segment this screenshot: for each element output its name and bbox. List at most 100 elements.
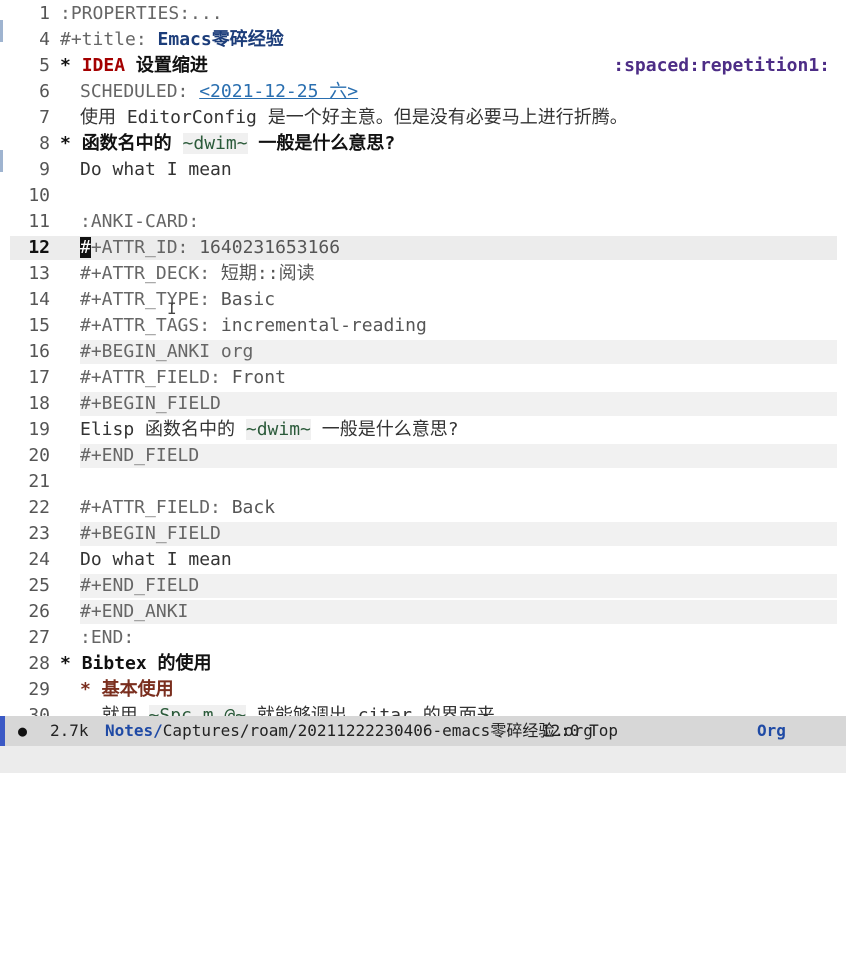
buffer-line[interactable]: 29 * 基本使用	[0, 677, 846, 703]
line-text[interactable]: :END:	[80, 625, 134, 651]
heading-tags: :spaced:repetition1:	[613, 55, 830, 76]
buffer-line[interactable]: 8 * 函数名中的 ~dwim~ 一般是什么意思?	[0, 131, 846, 157]
text-run: Emacs零碎经验	[157, 29, 284, 50]
line-number: 7	[39, 107, 50, 128]
buffer-line[interactable]: 13 #+ATTR_DECK: 短期::阅读	[0, 261, 846, 287]
text-run: incremental-reading	[220, 315, 427, 336]
line-number: 29	[28, 679, 50, 700]
line-number: 13	[28, 263, 50, 284]
line-text[interactable]: #+ATTR_FIELD: Front	[80, 365, 286, 391]
buffer-line[interactable]: 21	[0, 469, 846, 495]
buffer-line[interactable]: 6 SCHEDULED: <2021-12-25 六>	[0, 79, 846, 105]
text-run: 短期::阅读	[220, 263, 315, 284]
line-text[interactable]: #+title: Emacs零碎经验	[60, 27, 284, 53]
buffer-line[interactable]: 24 Do what I mean	[0, 547, 846, 573]
text-run: 1640231653166	[199, 237, 341, 258]
text-run: 就用	[80, 705, 149, 716]
current-line[interactable]: 12 #+ATTR_ID: 1640231653166	[0, 235, 846, 261]
line-number: 22	[28, 497, 50, 518]
buffer-line[interactable]: 14 #+ATTR_TYPE: Basic	[0, 287, 846, 313]
line-number: 24	[28, 549, 50, 570]
line-number: 23	[28, 523, 50, 544]
line-text[interactable]: #+END_ANKI	[80, 599, 188, 625]
text-run: *	[60, 133, 82, 154]
line-number: 12	[28, 237, 50, 258]
buffer-line[interactable]: 23 #+BEGIN_FIELD	[0, 521, 846, 547]
buffer-line[interactable]: 28 * Bibtex 的使用	[0, 651, 846, 677]
mode-line: ● 2.7k Notes/Captures/roam/2021122223040…	[0, 716, 846, 769]
buffer-line[interactable]: 27:END:	[0, 625, 846, 651]
line-text[interactable]: #+BEGIN_FIELD	[80, 391, 221, 417]
line-text[interactable]: :PROPERTIES:...	[60, 1, 223, 27]
line-text[interactable]: #+ATTR_TAGS: incremental-reading	[80, 313, 427, 339]
text-run: #+ATTR_TYPE:	[80, 289, 221, 310]
buffer-line[interactable]: 19 Elisp 函数名中的 ~dwim~ 一般是什么意思?	[0, 417, 846, 443]
buffer-line[interactable]: 1:PROPERTIES:...	[0, 1, 846, 27]
editor-buffer[interactable]: 1:PROPERTIES:... 4 #+title: Emacs零碎经验 5 * ID…	[0, 0, 846, 716]
buffer-line[interactable]: 5 * IDEA 设置缩进:spaced:repetition1:	[0, 53, 846, 79]
line-text[interactable]: 就用 ~Spc m @~ 就能够调出 citar 的界面来	[80, 703, 495, 716]
buffer-path[interactable]: Notes/Captures/roam/20211222230406-emacs…	[105, 716, 593, 746]
line-text[interactable]: #+ATTR_DECK: 短期::阅读	[80, 261, 315, 287]
line-text[interactable]: * 基本使用	[80, 677, 174, 703]
line-text[interactable]: #+ATTR_FIELD: Back	[80, 495, 275, 521]
text-run: ~dwim~	[182, 133, 248, 154]
line-number: 26	[28, 601, 50, 622]
line-text[interactable]: Elisp 函数名中的 ~dwim~ 一般是什么意思?	[80, 417, 459, 443]
buffer-line[interactable]: 16 #+BEGIN_ANKI org	[0, 339, 846, 365]
text-run: Front	[231, 367, 286, 388]
text-run: SCHEDULED:	[80, 81, 200, 102]
line-number: 17	[28, 367, 50, 388]
line-number: 6	[39, 81, 50, 102]
text-run: Basic	[220, 289, 276, 310]
buffer-line[interactable]: 22 #+ATTR_FIELD: Back	[0, 495, 846, 521]
line-text[interactable]: #+ATTR_ID: 1640231653166	[80, 235, 340, 261]
line-text[interactable]: #+END_FIELD	[80, 443, 199, 469]
text-run: IDEA	[81, 55, 126, 76]
line-number: 8	[39, 133, 50, 154]
line-text[interactable]: Do what I mean	[80, 547, 232, 573]
text-cursor: #	[80, 237, 91, 258]
major-mode[interactable]: Org	[757, 716, 786, 746]
line-text[interactable]: Do what I mean	[80, 157, 232, 183]
line-number: 16	[28, 341, 50, 362]
buffer-line[interactable]: 7 使用 EditorConfig 是一个好主意。但是没有必要马上进行折腾。	[0, 105, 846, 131]
line-text[interactable]: * 函数名中的 ~dwim~ 一般是什么意思?	[60, 131, 395, 157]
buffer-line[interactable]: 20 #+END_FIELD	[0, 443, 846, 469]
text-run: #+END_ANKI	[80, 601, 189, 622]
line-text[interactable]: :ANKI-CARD:	[80, 209, 199, 235]
text-run: Elisp 函数名中的	[80, 419, 246, 440]
line-number: 19	[28, 419, 50, 440]
buffer-line[interactable]: 10	[0, 183, 846, 209]
text-run: ~Spc m @~	[148, 705, 247, 716]
buffer-line[interactable]: 17 #+ATTR_FIELD: Front	[0, 365, 846, 391]
buffer-line[interactable]: 11:ANKI-CARD:	[0, 209, 846, 235]
buffer-line[interactable]: 25 #+END_FIELD	[0, 573, 846, 599]
buffer-line[interactable]: 18 #+BEGIN_FIELD	[0, 391, 846, 417]
text-run: :PROPERTIES:...	[60, 3, 223, 24]
minibuffer[interactable]	[0, 746, 846, 773]
line-text[interactable]: SCHEDULED: <2021-12-25 六>	[80, 79, 358, 105]
line-text[interactable]: #+BEGIN_ANKI org	[80, 339, 253, 365]
window-edge-indicator	[0, 150, 3, 172]
buffer-line[interactable]: 15 #+ATTR_TAGS: incremental-reading	[0, 313, 846, 339]
text-run: #+ATTR_TAGS:	[80, 315, 221, 336]
line-text[interactable]: 使用 EditorConfig 是一个好主意。但是没有必要马上进行折腾。	[80, 105, 628, 131]
buffer-line[interactable]: 26 #+END_ANKI	[0, 599, 846, 625]
window-edge-indicator	[0, 20, 3, 42]
text-run: Bibtex 的使用	[81, 653, 212, 674]
line-text[interactable]: #+END_FIELD	[80, 573, 199, 599]
line-text[interactable]: #+ATTR_TYPE: Basic	[80, 287, 275, 313]
line-number: 28	[28, 653, 50, 674]
text-run: #+ATTR_DECK:	[80, 263, 221, 284]
line-text[interactable]: * IDEA 设置缩进	[60, 53, 208, 79]
buffer-line[interactable]: 9 Do what I mean	[0, 157, 846, 183]
line-text[interactable]: * Bibtex 的使用	[60, 651, 212, 677]
buffer-line[interactable]: 4 #+title: Emacs零碎经验	[0, 27, 846, 53]
buffer-line[interactable]: 30 就用 ~Spc m @~ 就能够调出 citar 的界面来	[0, 703, 846, 716]
text-run: :END:	[80, 627, 135, 648]
text-run: 一般是什么意思?	[310, 419, 459, 440]
line-text[interactable]: #+BEGIN_FIELD	[80, 521, 221, 547]
line-number: 14	[28, 289, 50, 310]
timestamp-link[interactable]: <2021-12-25 六>	[199, 81, 358, 102]
